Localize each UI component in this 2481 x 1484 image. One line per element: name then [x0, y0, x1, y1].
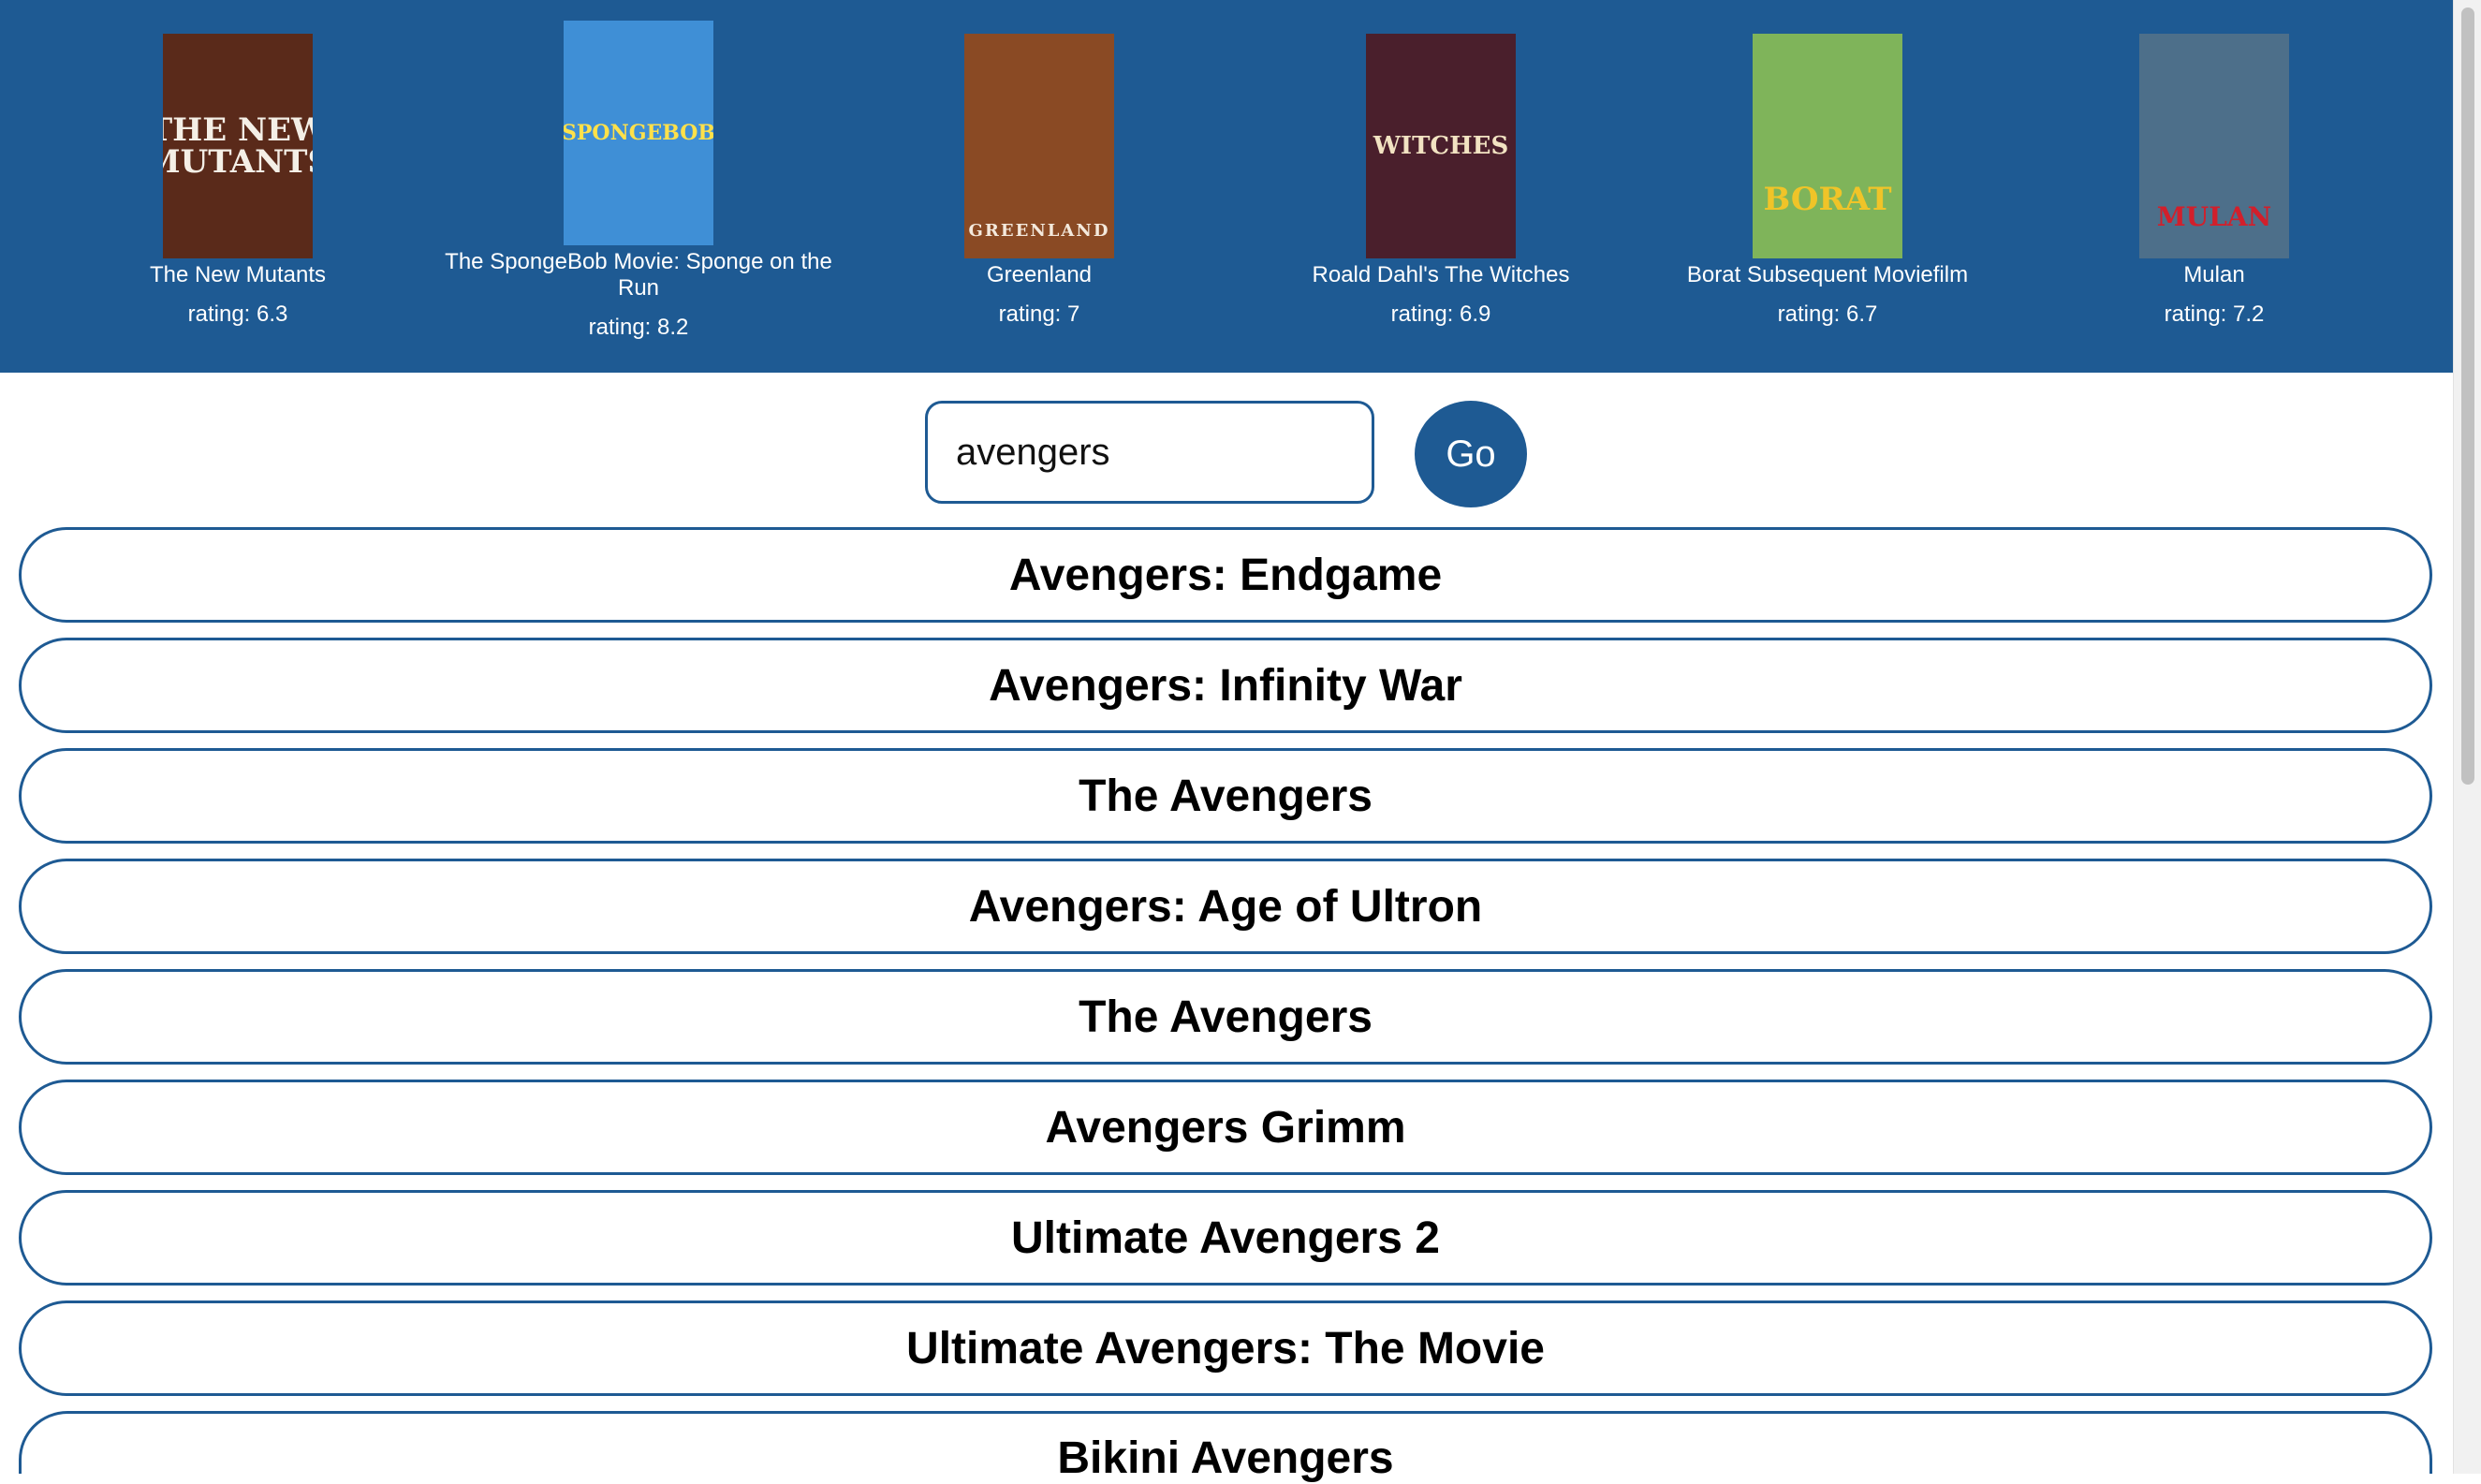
movie-title: Greenland [986, 262, 1093, 287]
poster-title: WITCHES [1373, 132, 1509, 160]
movie-rating: rating: 6.3 [187, 301, 288, 327]
poster-title: THE NEW MUTANTS [163, 111, 313, 181]
result-item[interactable]: Ultimate Avengers 2 [19, 1190, 2432, 1286]
poster[interactable]: SPONGEBOB [564, 21, 713, 245]
poster[interactable]: GREENLAND [964, 34, 1114, 258]
result-item[interactable]: Avengers: Age of Ultron [19, 859, 2432, 954]
result-item[interactable]: Avengers Grimm [19, 1080, 2432, 1175]
poster-title: GREENLAND [968, 221, 1110, 241]
movie-title: Mulan [2183, 262, 2245, 287]
search-input[interactable] [925, 401, 1374, 504]
movie-card-mulan[interactable]: MULAN Mulan rating: 7.2 [2107, 34, 2322, 328]
movie-title: Roald Dahl's The Witches [1312, 262, 1570, 287]
poster-title: SPONGEBOB [564, 121, 713, 145]
go-button[interactable]: Go [1415, 401, 1527, 507]
result-item[interactable]: Bikini Avengers [19, 1411, 2432, 1483]
result-item[interactable]: The Avengers [19, 969, 2432, 1065]
movie-title: The SpongeBob Movie: Sponge on the Run [445, 249, 832, 301]
poster[interactable]: THE NEW MUTANTS [163, 34, 313, 258]
scrollbar-thumb[interactable] [2461, 7, 2474, 785]
movie-card-greenland[interactable]: GREENLAND Greenland rating: 7 [927, 34, 1152, 328]
vertical-scrollbar[interactable] [2453, 0, 2481, 1474]
result-item[interactable]: Avengers: Infinity War [19, 638, 2432, 733]
movie-card-new-mutants[interactable]: THE NEW MUTANTS The New Mutants rating: … [122, 34, 354, 328]
movie-title: The New Mutants [149, 262, 327, 287]
movie-rating: rating: 8.2 [588, 315, 689, 340]
poster-title: BORAT [1763, 181, 1892, 218]
movie-rating: rating: 7.2 [2164, 301, 2265, 327]
movie-title: Borat Subsequent Moviefilm [1686, 262, 1969, 287]
featured-movies-bar: THE NEW MUTANTS The New Mutants rating: … [0, 0, 2453, 373]
poster[interactable]: MULAN [2139, 34, 2289, 258]
movie-card-witches[interactable]: WITCHES Roald Dahl's The Witches rating:… [1291, 34, 1591, 328]
movie-card-spongebob[interactable]: SPONGEBOB The SpongeBob Movie: Sponge on… [440, 21, 837, 341]
poster[interactable]: WITCHES [1366, 34, 1516, 258]
movie-card-borat[interactable]: BORAT Borat Subsequent Moviefilm rating:… [1676, 34, 1979, 328]
movie-rating: rating: 6.9 [1390, 301, 1491, 327]
movie-rating: rating: 6.7 [1777, 301, 1878, 327]
result-item[interactable]: The Avengers [19, 748, 2432, 844]
poster[interactable]: BORAT [1753, 34, 1902, 258]
poster-title: MULAN [2156, 201, 2272, 232]
result-item[interactable]: Avengers: Endgame [19, 527, 2432, 623]
result-item[interactable]: Ultimate Avengers: The Movie [19, 1300, 2432, 1396]
movie-rating: rating: 7 [998, 301, 1080, 327]
